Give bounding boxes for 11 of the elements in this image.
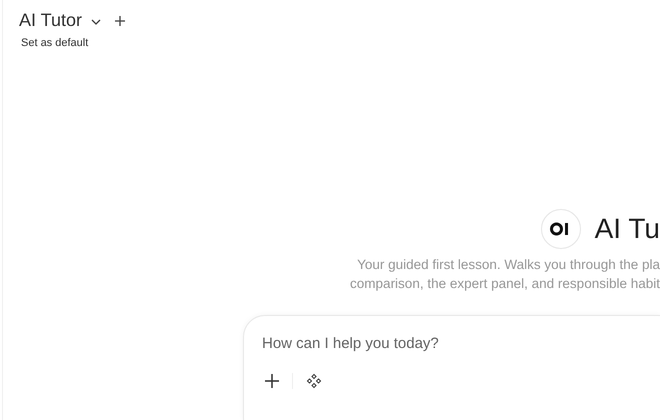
model-name[interactable]: AI Tutor — [19, 10, 82, 31]
set-default-link[interactable]: Set as default — [21, 37, 88, 49]
assistant-title: AI Tu — [594, 212, 660, 246]
message-input[interactable]: How can I help you today? — [262, 332, 642, 354]
description-text: Your guided first lesson. Walks you through the pla — [357, 256, 660, 274]
description-text: comparison, the expert panel, and responsible habit — [350, 275, 660, 293]
plus-icon[interactable] — [265, 374, 279, 388]
chevron-down-icon[interactable] — [91, 18, 102, 24]
tools-icon[interactable] — [306, 373, 322, 389]
plus-icon[interactable] — [115, 16, 126, 26]
logo-icon — [540, 209, 581, 249]
